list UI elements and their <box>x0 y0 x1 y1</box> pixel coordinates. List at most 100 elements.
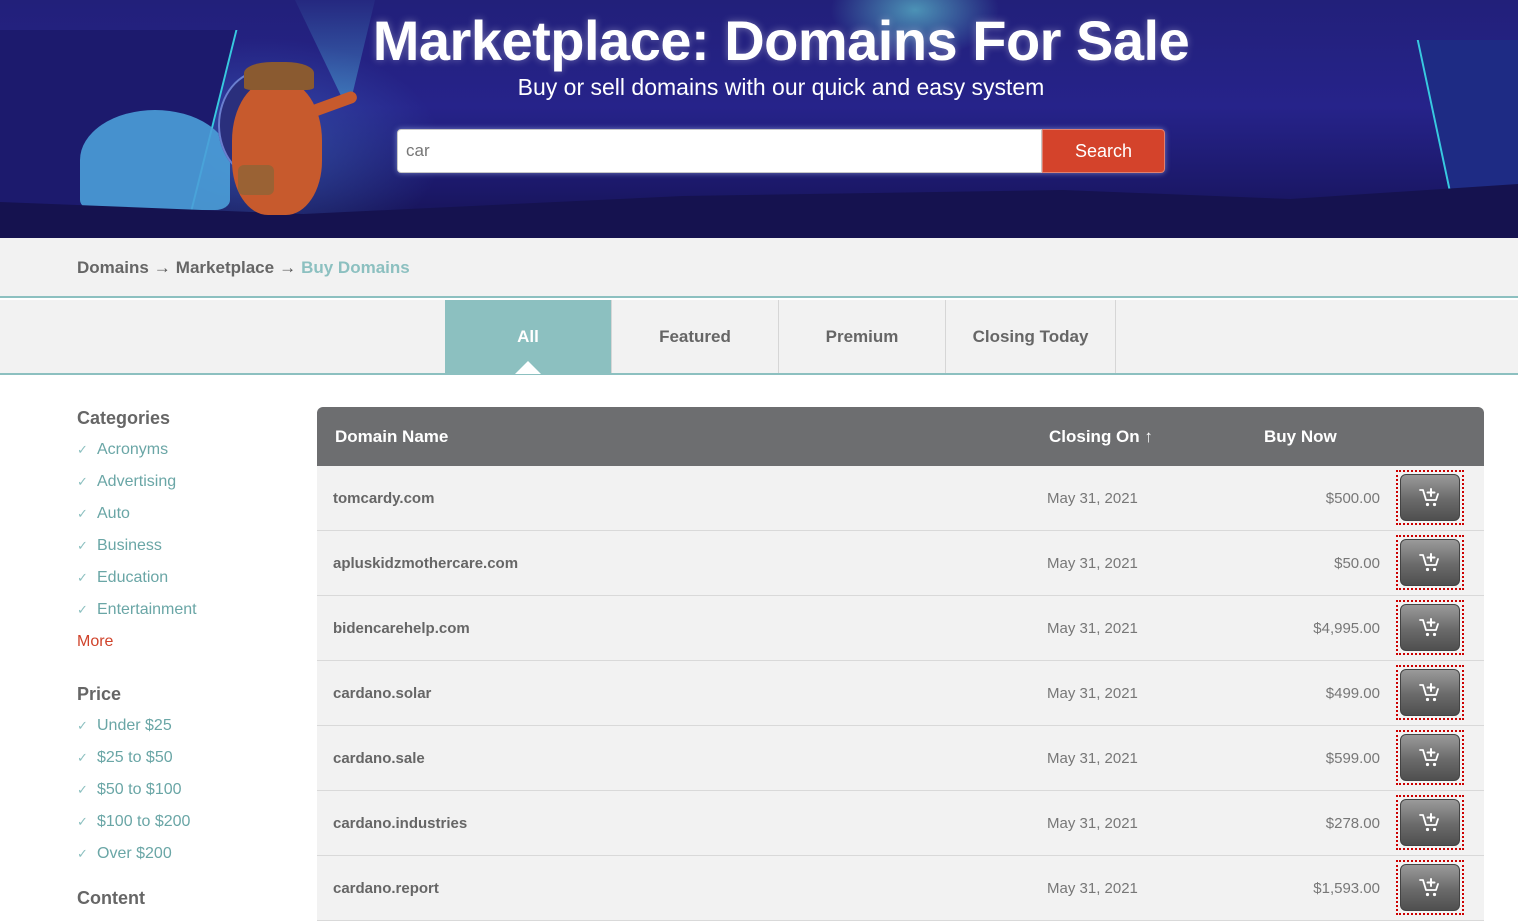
add-to-cart-focus-outline <box>1396 730 1464 785</box>
closing-date: May 31, 2021 <box>1047 749 1138 767</box>
check-icon: ✓ <box>77 782 88 797</box>
column-header-buy-now: Buy Now <box>1264 426 1337 446</box>
filter-label: Business <box>97 537 162 554</box>
domain-name[interactable]: cardano.solar <box>317 685 1032 702</box>
table-row: apluskidzmothercare.com May 31, 2021 $50… <box>317 531 1484 596</box>
check-icon: ✓ <box>77 570 88 585</box>
breadcrumb-bar: Domains → Marketplace → Buy Domains <box>0 238 1518 298</box>
add-to-cart-button[interactable] <box>1400 799 1460 846</box>
breadcrumb-marketplace[interactable]: Marketplace <box>176 258 274 278</box>
closing-date: May 31, 2021 <box>1047 814 1138 832</box>
buy-now-price: $4,995.00 <box>1313 619 1380 637</box>
search-input[interactable] <box>397 129 1042 173</box>
table-row: cardano.solar May 31, 2021 $499.00 <box>317 661 1484 726</box>
table-row: tomcardy.com May 31, 2021 $500.00 <box>317 466 1484 531</box>
price-100-to-200[interactable]: ✓ $100 to $200 <box>77 806 190 838</box>
price-heading: Price <box>77 684 122 704</box>
hero-banner: Marketplace: Domains For Sale Buy or sel… <box>0 0 1518 238</box>
category-business[interactable]: ✓ Business <box>77 530 297 562</box>
buy-now-price: $278.00 <box>1325 814 1380 832</box>
buy-now-price: $599.00 <box>1325 749 1380 767</box>
breadcrumb-separator: → <box>153 258 171 277</box>
page-subtitle: Buy or sell domains with our quick and e… <box>517 74 1045 100</box>
add-to-cart-button[interactable] <box>1400 604 1460 651</box>
filter-label: Over $200 <box>97 845 172 862</box>
column-header-closing-on[interactable]: Closing On ↑ <box>1032 427 1247 447</box>
column-header-domain-name: Domain Name <box>335 426 449 446</box>
tab-closing-today[interactable]: Closing Today <box>946 300 1116 373</box>
add-to-cart-icon <box>1419 617 1439 636</box>
add-to-cart-icon <box>1419 877 1439 896</box>
add-to-cart-icon <box>1419 812 1439 831</box>
filter-label: Acronyms <box>97 441 169 458</box>
price-25-to-50[interactable]: ✓ $25 to $50 <box>77 742 190 774</box>
breadcrumb-current: Buy Domains <box>301 258 410 277</box>
add-to-cart-icon <box>1419 682 1439 701</box>
check-icon: ✓ <box>77 814 88 829</box>
check-icon: ✓ <box>77 474 88 489</box>
domain-name[interactable]: cardano.industries <box>317 815 1032 832</box>
category-acronyms[interactable]: ✓ Acronyms <box>77 434 297 466</box>
categories-more-link[interactable]: More <box>77 626 297 658</box>
search-button[interactable]: Search <box>1042 129 1165 173</box>
buy-now-price: $499.00 <box>1325 684 1380 702</box>
table-row: cardano.report May 31, 2021 $1,593.00 <box>317 856 1484 921</box>
add-to-cart-icon <box>1419 747 1439 766</box>
table-row: cardano.sale May 31, 2021 $599.00 <box>317 726 1484 791</box>
tab-featured[interactable]: Featured <box>612 300 779 373</box>
filter-tabs: All Featured Premium Closing Today <box>445 300 1116 374</box>
price-over-200[interactable]: ✓ Over $200 <box>77 838 190 870</box>
add-to-cart-button[interactable] <box>1400 734 1460 781</box>
check-icon: ✓ <box>77 718 88 733</box>
buy-now-price: $50.00 <box>1334 554 1380 572</box>
breadcrumb-domains[interactable]: Domains <box>77 258 149 278</box>
check-icon: ✓ <box>77 506 88 521</box>
filter-label: Under $25 <box>97 717 172 734</box>
table-row: cardano.industries May 31, 2021 $278.00 <box>317 791 1484 856</box>
check-icon: ✓ <box>77 602 88 617</box>
add-to-cart-button[interactable] <box>1400 539 1460 586</box>
domain-name[interactable]: tomcardy.com <box>317 490 1032 507</box>
filter-label: $100 to $200 <box>97 813 191 830</box>
domain-name[interactable]: apluskidzmothercare.com <box>317 555 1032 572</box>
closing-date: May 31, 2021 <box>1047 879 1138 897</box>
breadcrumb: Domains → Marketplace → Buy Domains <box>77 258 410 278</box>
add-to-cart-icon <box>1419 487 1439 506</box>
check-icon: ✓ <box>77 442 88 457</box>
content-heading: Content <box>77 888 145 908</box>
category-auto[interactable]: ✓ Auto <box>77 498 297 530</box>
add-to-cart-button[interactable] <box>1400 864 1460 911</box>
add-to-cart-button[interactable] <box>1400 669 1460 716</box>
category-entertainment[interactable]: ✓ Entertainment <box>77 594 297 626</box>
add-to-cart-focus-outline <box>1396 535 1464 590</box>
add-to-cart-focus-outline <box>1396 795 1464 850</box>
table-header: Domain Name Closing On ↑ Buy Now <box>317 407 1484 466</box>
filter-label: Entertainment <box>97 601 197 618</box>
tab-all[interactable]: All <box>445 300 612 374</box>
filter-label: $50 to $100 <box>97 781 182 798</box>
closing-date: May 31, 2021 <box>1047 684 1138 702</box>
closing-date: May 31, 2021 <box>1047 554 1138 572</box>
search-form: Search <box>397 129 1165 173</box>
add-to-cart-focus-outline <box>1396 665 1464 720</box>
filter-label: Auto <box>97 505 130 522</box>
categories-heading: Categories <box>77 408 171 428</box>
domain-name[interactable]: cardano.sale <box>317 750 1032 767</box>
breadcrumb-separator: → <box>279 258 297 277</box>
table-body: tomcardy.com May 31, 2021 $500.00 aplusk… <box>317 466 1484 921</box>
domain-name[interactable]: bidencarehelp.com <box>317 620 1032 637</box>
filter-label: $25 to $50 <box>97 749 173 766</box>
filter-label: Education <box>97 569 169 586</box>
price-under-25[interactable]: ✓ Under $25 <box>77 710 190 742</box>
closing-date: May 31, 2021 <box>1047 489 1138 507</box>
content-filter: Content <box>77 888 145 914</box>
price-filter: Price ✓ Under $25 ✓ $25 to $50 ✓ $50 to … <box>77 684 190 870</box>
add-to-cart-button[interactable] <box>1400 474 1460 521</box>
tab-premium[interactable]: Premium <box>779 300 946 373</box>
domain-name[interactable]: cardano.report <box>317 880 1032 897</box>
table-row: bidencarehelp.com May 31, 2021 $4,995.00 <box>317 596 1484 661</box>
category-education[interactable]: ✓ Education <box>77 562 297 594</box>
category-advertising[interactable]: ✓ Advertising <box>77 466 297 498</box>
domains-table: Domain Name Closing On ↑ Buy Now tomcard… <box>317 407 1484 921</box>
price-50-to-100[interactable]: ✓ $50 to $100 <box>77 774 190 806</box>
